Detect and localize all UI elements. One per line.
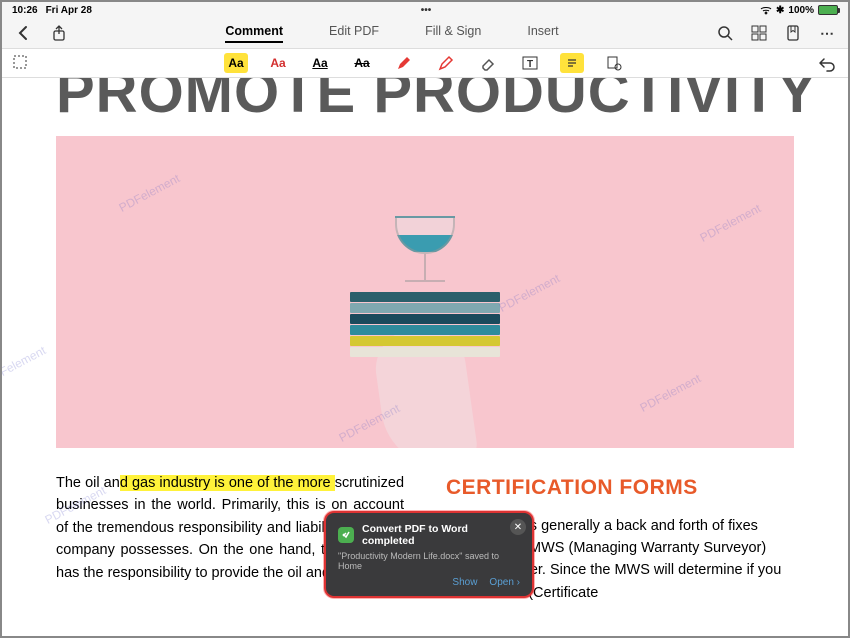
eraser-tool[interactable] [476,53,500,73]
conversion-toast: Convert PDF to Word completed ✕ "Product… [324,511,534,598]
watermark: PDFelement [497,271,562,315]
doc-title: PROMOTE PRODUCTIVITY [56,78,794,122]
underline-tool[interactable]: Aa [308,53,332,73]
grid-icon[interactable] [750,24,768,42]
marker-tool[interactable] [434,53,458,73]
selection-tool[interactable] [12,54,28,70]
share-icon[interactable] [50,24,68,42]
section-heading: CERTIFICATION FORMS [446,472,794,505]
color-text-tool[interactable]: Aa [266,53,290,73]
svg-text:T: T [527,59,533,70]
undo-button[interactable] [816,55,836,73]
tab-insert[interactable]: Insert [527,24,558,43]
strike-tool[interactable]: Aa [350,53,374,73]
toast-subtitle: "Productivity Modern Life.docx" saved to… [338,551,520,571]
back-button[interactable] [14,24,32,42]
watermark: PDFelement [698,201,763,245]
nav-bar: Comment Edit PDF Fill & Sign Insert ⋯ [2,18,848,48]
tab-comment[interactable]: Comment [225,24,283,43]
tab-fill-sign[interactable]: Fill & Sign [425,24,481,43]
annotation-toolbar: Aa Aa Aa Aa T [2,48,848,78]
body-text: The oil an [56,475,120,491]
battery-percent: 100% [788,5,814,16]
watermark: PDFelement [638,371,703,415]
highlighted-text: d gas industry is [120,475,229,491]
bookmark-icon[interactable] [784,24,802,42]
note-tool[interactable] [560,53,584,73]
toast-show-button[interactable]: Show [452,577,477,588]
status-bar: 10:26 Fri Apr 28 ••• ✱ 100% [2,2,848,18]
watermark: PDFelement [2,343,48,387]
search-icon[interactable] [716,24,734,42]
pen-tool[interactable] [392,53,416,73]
status-handle[interactable]: ••• [421,5,432,16]
toast-open-button[interactable]: Open › [489,577,520,588]
highlighted-text: one of the more [229,475,335,491]
watermark: PDFelement [117,171,182,215]
battery-icon [818,5,838,15]
wifi-icon [760,5,772,15]
hero-image: PDFelement PDFelement PDFelement PDFelem… [56,136,794,448]
toast-title: Convert PDF to Word completed [362,523,520,547]
status-time: 10:26 [12,5,38,16]
stamp-tool[interactable] [602,53,626,73]
tab-edit-pdf[interactable]: Edit PDF [329,24,379,43]
status-date: Fri Apr 28 [46,5,92,16]
textbox-tool[interactable]: T [518,53,542,73]
highlight-tool[interactable]: Aa [224,53,248,73]
bluetooth-icon: ✱ [776,5,784,16]
success-icon [338,527,354,543]
more-icon[interactable]: ⋯ [818,24,836,42]
close-icon[interactable]: ✕ [510,519,526,535]
